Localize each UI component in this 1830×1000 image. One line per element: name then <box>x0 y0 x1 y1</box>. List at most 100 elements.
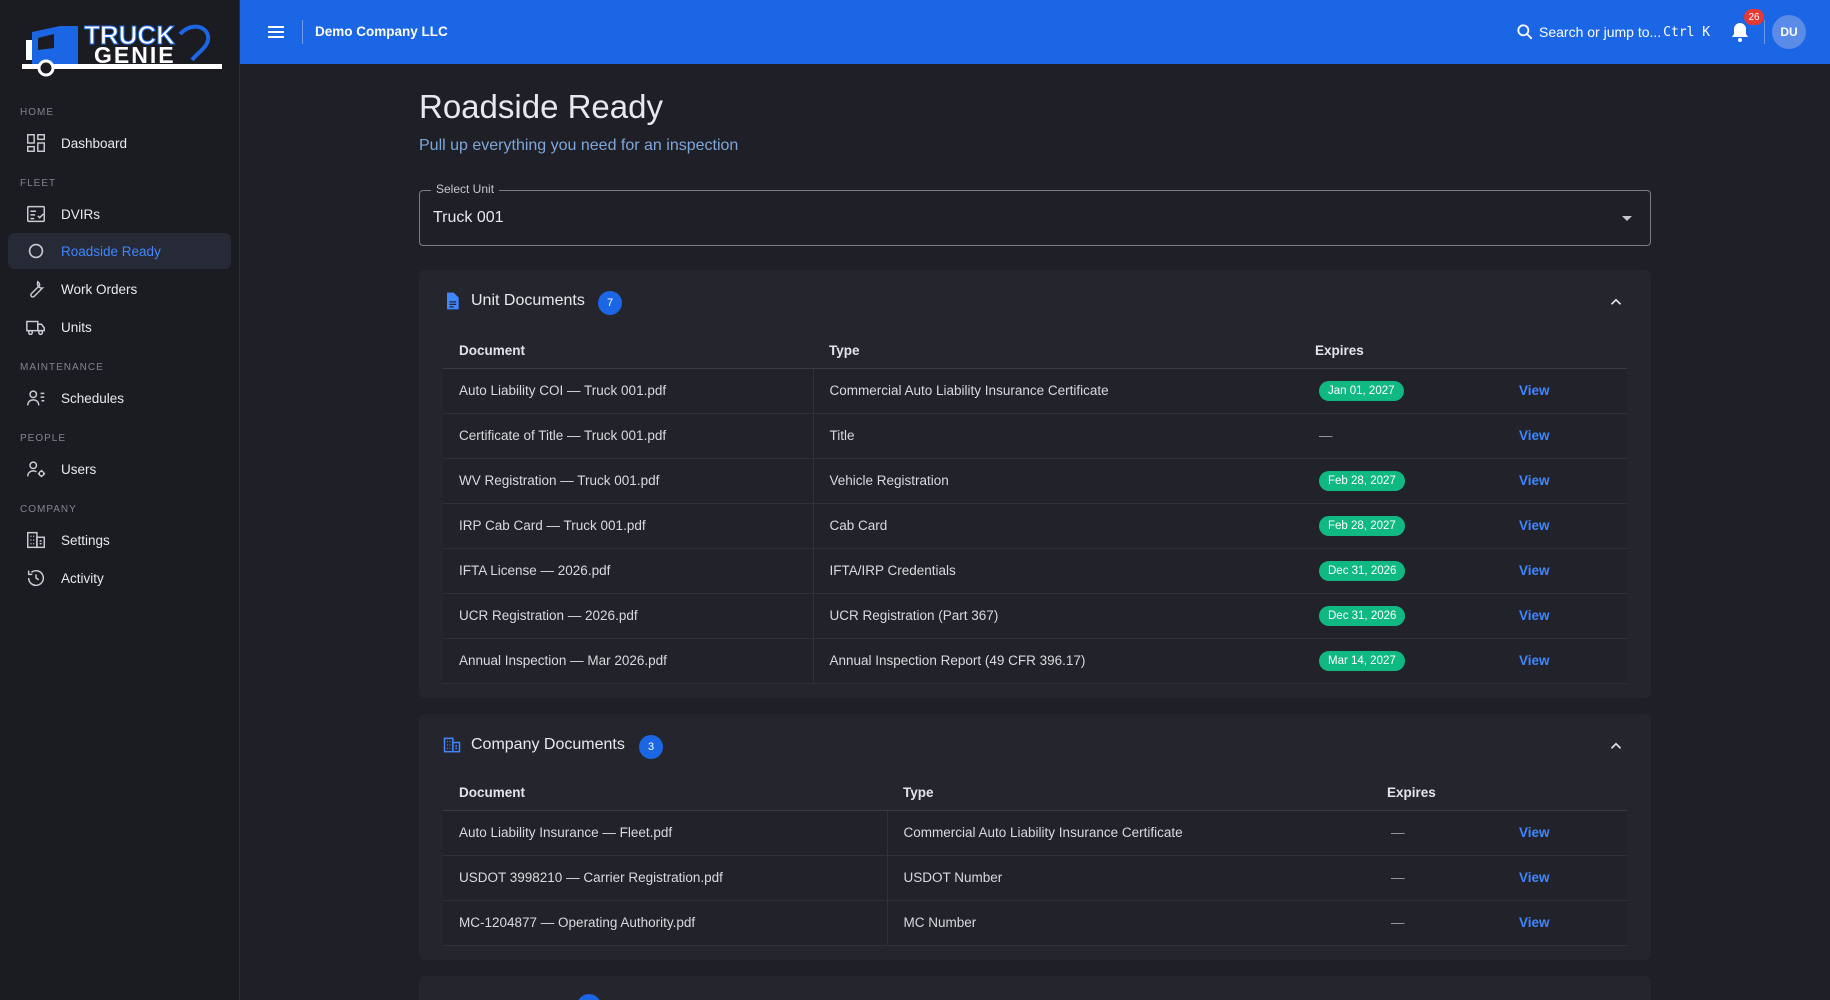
sidebar-item-roadside-ready[interactable]: Roadside Ready <box>8 233 231 269</box>
table-row: Auto Liability COI — Truck 001.pdf Comme… <box>443 368 1627 414</box>
action-cell: View <box>1503 855 1627 901</box>
count-badge <box>577 994 601 1000</box>
column-header[interactable]: Expires <box>1371 776 1503 811</box>
view-link[interactable]: View <box>1519 825 1550 840</box>
expiry-empty: — <box>1319 428 1333 443</box>
sidebar-item-label: Schedules <box>61 390 125 406</box>
expires-cell: Feb 28, 2027 <box>1299 458 1503 504</box>
expires-cell: Jan 01, 2027 <box>1299 368 1503 414</box>
truck-genie-logo[interactable]: TRUCK GENIE <box>20 12 225 78</box>
table-row: MC-1204877 — Operating Authority.pdf MC … <box>443 900 1627 946</box>
view-link[interactable]: View <box>1519 870 1550 885</box>
document-name: Auto Liability Insurance — Fleet.pdf <box>443 810 887 856</box>
table-row: USDOT 3998210 — Carrier Registration.pdf… <box>443 855 1627 901</box>
expiry-badge: Feb 28, 2027 <box>1319 515 1405 536</box>
expires-cell: Dec 31, 2026 <box>1299 548 1503 594</box>
sidebar-item-users[interactable]: Users <box>8 451 231 487</box>
column-header[interactable]: Expires <box>1299 334 1503 369</box>
view-link[interactable]: View <box>1519 608 1550 623</box>
sidebar-item-units[interactable]: Units <box>8 309 231 345</box>
document-name: Certificate of Title — Truck 001.pdf <box>443 413 813 459</box>
expires-cell: Dec 31, 2026 <box>1299 593 1503 639</box>
column-header[interactable]: Type <box>813 334 1299 369</box>
document-type: MC Number <box>886 900 1371 946</box>
table-row: IFTA License — 2026.pdf IFTA/IRP Credent… <box>443 548 1627 594</box>
wrench-icon <box>25 278 47 300</box>
view-link[interactable]: View <box>1519 563 1550 578</box>
document-type: Commercial Auto Liability Insurance Cert… <box>886 810 1371 856</box>
sidebar-item-activity[interactable]: Activity <box>8 560 231 596</box>
sidebar-item-label: Roadside Ready <box>61 243 161 259</box>
chevron-up-icon[interactable] <box>1607 293 1625 311</box>
notification-badge: 26 <box>1744 9 1764 25</box>
user-gear-icon <box>25 458 47 480</box>
sidebar-item-label: Work Orders <box>61 281 138 297</box>
table-row: Certificate of Title — Truck 001.pdf Tit… <box>443 413 1627 459</box>
card-title: Company Documents <box>471 736 625 753</box>
sidebar-item-label: DVIRs <box>61 206 101 222</box>
document-name: IRP Cab Card — Truck 001.pdf <box>443 503 813 549</box>
sidebar-item-dvirs[interactable]: DVIRs <box>8 196 231 232</box>
view-link[interactable]: View <box>1519 473 1550 488</box>
document-name: Annual Inspection — Mar 2026.pdf <box>443 638 813 684</box>
expiry-badge: Feb 28, 2027 <box>1319 470 1405 491</box>
view-link[interactable]: View <box>1519 428 1550 443</box>
unit-select-label: Select Unit <box>431 182 500 196</box>
sidebar-item-settings[interactable]: Settings <box>8 522 231 558</box>
action-cell: View <box>1503 458 1627 504</box>
action-cell: View <box>1503 413 1627 459</box>
document-name: USDOT 3998210 — Carrier Registration.pdf <box>443 855 887 901</box>
expiry-badge: Mar 14, 2027 <box>1319 650 1405 671</box>
count-badge: 3 <box>639 735 663 759</box>
page-subtitle: Pull up everything you need for an inspe… <box>419 137 739 154</box>
nav-section-people: PEOPLE <box>20 433 67 444</box>
truck-icon <box>25 316 47 338</box>
sidebar-item-work-orders[interactable]: Work Orders <box>8 271 231 307</box>
company-documents-header[interactable]: Company Documents 3 <box>419 714 1651 778</box>
document-type: Title <box>812 413 1299 459</box>
menu-icon[interactable] <box>264 20 288 44</box>
expires-cell: Mar 14, 2027 <box>1299 638 1503 684</box>
company-name[interactable]: Demo Company LLC <box>315 24 448 39</box>
avatar[interactable]: DU <box>1772 15 1806 49</box>
document-type: Cab Card <box>812 503 1299 549</box>
expiry-empty: — <box>1391 870 1405 885</box>
card-title: Unit Documents <box>471 292 585 309</box>
sidebar-item-schedules[interactable]: Schedules <box>8 380 231 416</box>
chevron-up-icon[interactable] <box>1607 737 1625 755</box>
action-cell: View <box>1503 810 1627 856</box>
table-row: UCR Registration — 2026.pdf UCR Registra… <box>443 593 1627 639</box>
expires-cell: — <box>1371 855 1503 901</box>
dashboard-icon <box>25 132 47 154</box>
expiry-badge: Jan 01, 2027 <box>1319 380 1404 401</box>
unit-documents-header[interactable]: Unit Documents 7 <box>419 270 1651 334</box>
unit-documents-card: Unit Documents 7 Document Type Expires A… <box>419 270 1651 698</box>
table-row: Auto Liability Insurance — Fleet.pdf Com… <box>443 810 1627 856</box>
view-link[interactable]: View <box>1519 383 1550 398</box>
table-row: WV Registration — Truck 001.pdf Vehicle … <box>443 458 1627 504</box>
view-link[interactable]: View <box>1519 518 1550 533</box>
column-header[interactable]: Document <box>443 776 887 811</box>
unit-select[interactable]: Truck 001 <box>419 190 1651 246</box>
nav-section-fleet: FLEET <box>20 178 57 189</box>
company-documents-table: Document Type Expires Auto Liability Ins… <box>443 776 1627 946</box>
expiry-badge: Dec 31, 2026 <box>1319 560 1406 581</box>
search-button[interactable]: Search or jump to... Ctrl K <box>1515 20 1710 44</box>
expiry-badge: Dec 31, 2026 <box>1319 605 1406 626</box>
action-cell: View <box>1503 368 1627 414</box>
building-icon <box>443 737 461 753</box>
divider <box>1764 20 1765 44</box>
view-link[interactable]: View <box>1519 915 1550 930</box>
expiry-empty: — <box>1391 915 1405 930</box>
expires-cell: Feb 28, 2027 <box>1299 503 1503 549</box>
unit-documents-table: Document Type Expires Auto Liability COI… <box>443 334 1627 684</box>
sidebar-item-dashboard[interactable]: Dashboard <box>8 125 231 161</box>
column-header[interactable]: Document <box>443 334 813 369</box>
company-documents-card: Company Documents 3 Document Type Expire… <box>419 714 1651 960</box>
view-link[interactable]: View <box>1519 653 1550 668</box>
column-header[interactable]: Type <box>887 776 1371 811</box>
nav-section-home: HOME <box>20 107 54 118</box>
document-type: IFTA/IRP Credentials <box>812 548 1299 594</box>
topbar: Demo Company LLC Search or jump to... Ct… <box>240 0 1830 64</box>
sidebar-item-label: Dashboard <box>61 135 128 151</box>
